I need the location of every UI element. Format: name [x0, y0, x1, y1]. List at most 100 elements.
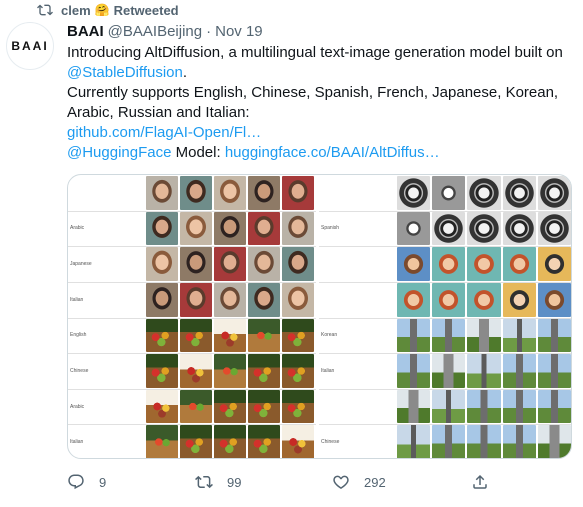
row-prompt-block	[86, 424, 144, 458]
generated-image-thumb	[537, 247, 571, 281]
row-language-label	[319, 389, 337, 425]
share-button[interactable]	[471, 470, 503, 494]
generated-image-thumb	[146, 176, 178, 210]
like-button[interactable]: 292	[332, 470, 386, 494]
row-language-label	[319, 246, 337, 282]
author-name[interactable]: BAAI	[67, 23, 104, 40]
generated-image-thumb	[248, 389, 280, 424]
reply-button[interactable]: 9	[67, 470, 106, 494]
retweet-button[interactable]: 99	[195, 470, 241, 494]
generated-image-thumb	[282, 282, 314, 317]
generated-image-thumb	[467, 176, 501, 210]
generated-image-thumb	[248, 211, 280, 246]
retweeted-label: Retweeted	[113, 2, 179, 18]
row-language-label	[68, 175, 86, 211]
generated-image-thumb	[248, 176, 280, 210]
github-link[interactable]: github.com/FlagAI-Open/Fl…	[67, 124, 261, 141]
row-language-label	[319, 175, 337, 211]
tweet-media-image[interactable]: Arabic Japanese Italian English Chinese Arabi…	[67, 174, 572, 459]
generated-image-thumb	[432, 247, 466, 281]
retweeter-name[interactable]: clem	[61, 3, 91, 18]
generated-image-thumb	[180, 318, 212, 353]
sample-row: English	[68, 318, 316, 355]
generated-image-thumb	[397, 176, 431, 210]
row-prompt-block	[337, 175, 395, 211]
generated-image-thumb	[397, 211, 431, 246]
sample-row	[68, 175, 316, 212]
generated-image-thumb	[502, 318, 536, 353]
generated-image-thumb	[248, 425, 280, 458]
generated-image-thumb	[397, 318, 431, 353]
row-prompt-block	[86, 211, 144, 247]
generated-image-thumb	[397, 282, 431, 317]
generated-image-thumb	[180, 389, 212, 424]
sample-row	[319, 175, 571, 212]
tweet-header: BAAI @BAAIBeijing · Nov 19	[67, 23, 263, 40]
generated-image-thumb	[282, 354, 314, 388]
row-prompt-block	[337, 246, 395, 282]
generated-image-thumb	[397, 425, 431, 458]
row-prompt-block	[86, 318, 144, 354]
generated-image-thumb	[282, 211, 314, 246]
separator-dot: ·	[206, 23, 212, 40]
generated-image-thumb	[214, 318, 246, 353]
row-prompt-block	[337, 424, 395, 458]
hugging-face-emoji: 🤗	[94, 3, 110, 17]
generated-image-thumb	[467, 425, 501, 458]
generated-image-thumb	[282, 247, 314, 281]
row-language-label: Italian	[70, 439, 84, 446]
generated-image-thumb	[537, 211, 571, 246]
generated-image-thumb	[537, 389, 571, 424]
row-prompt-block	[86, 246, 144, 282]
generated-image-thumb	[214, 425, 246, 458]
generated-image-thumb	[537, 425, 571, 458]
generated-image-thumb	[146, 389, 178, 424]
generated-image-thumb	[146, 282, 178, 317]
sample-row: Italian	[68, 424, 316, 458]
generated-image-thumb	[248, 247, 280, 281]
generated-image-thumb	[146, 318, 178, 353]
row-language-label: Arabic	[70, 225, 85, 232]
row-language-label: Italian	[70, 296, 84, 303]
generated-image-thumb	[180, 282, 212, 317]
generated-image-thumb	[146, 354, 178, 388]
row-prompt-block	[86, 282, 144, 318]
row-prompt-block	[86, 389, 144, 425]
generated-image-thumb	[502, 389, 536, 424]
generated-image-thumb	[537, 282, 571, 317]
row-language-label: Chinese	[321, 439, 340, 446]
generated-image-thumb	[180, 354, 212, 388]
generated-image-thumb	[537, 354, 571, 388]
generated-image-thumb	[248, 354, 280, 388]
row-prompt-block	[86, 353, 144, 389]
row-prompt-block	[86, 175, 144, 211]
generated-image-thumb	[282, 176, 314, 210]
generated-image-thumb	[180, 247, 212, 281]
mention-huggingface-link[interactable]: @HuggingFace	[67, 144, 171, 161]
reply-icon	[68, 474, 84, 490]
sample-row: Italian	[68, 282, 316, 319]
generated-image-thumb	[397, 247, 431, 281]
generated-image-thumb	[214, 247, 246, 281]
huggingface-model-link[interactable]: huggingface.co/BAAI/AltDiffus…	[225, 144, 440, 161]
mention-stablediffusion-link[interactable]: @StableDiffusion	[67, 64, 183, 81]
generated-image-thumb	[214, 176, 246, 210]
generated-image-thumb	[467, 354, 501, 388]
generated-image-thumb	[397, 389, 431, 424]
row-prompt-block	[337, 282, 395, 318]
generated-image-thumb	[502, 425, 536, 458]
tweet-line-2: Currently supports English, Chinese, Spa…	[67, 84, 559, 101]
sample-row: Arabic	[68, 211, 316, 248]
avatar[interactable]: BAAI	[6, 22, 54, 70]
row-prompt-block	[337, 318, 395, 354]
generated-image-thumb	[502, 211, 536, 246]
tweet-line-1-end: .	[182, 64, 188, 81]
generated-image-thumb	[432, 354, 466, 388]
row-language-label: Korean	[321, 332, 338, 339]
generated-image-thumb	[467, 282, 501, 317]
author-handle[interactable]: @BAAIBeijing	[108, 23, 202, 40]
generated-image-thumb	[214, 282, 246, 317]
tweet-date[interactable]: Nov 19	[215, 23, 263, 40]
generated-image-thumb	[248, 318, 280, 353]
generated-image-thumb	[397, 354, 431, 388]
